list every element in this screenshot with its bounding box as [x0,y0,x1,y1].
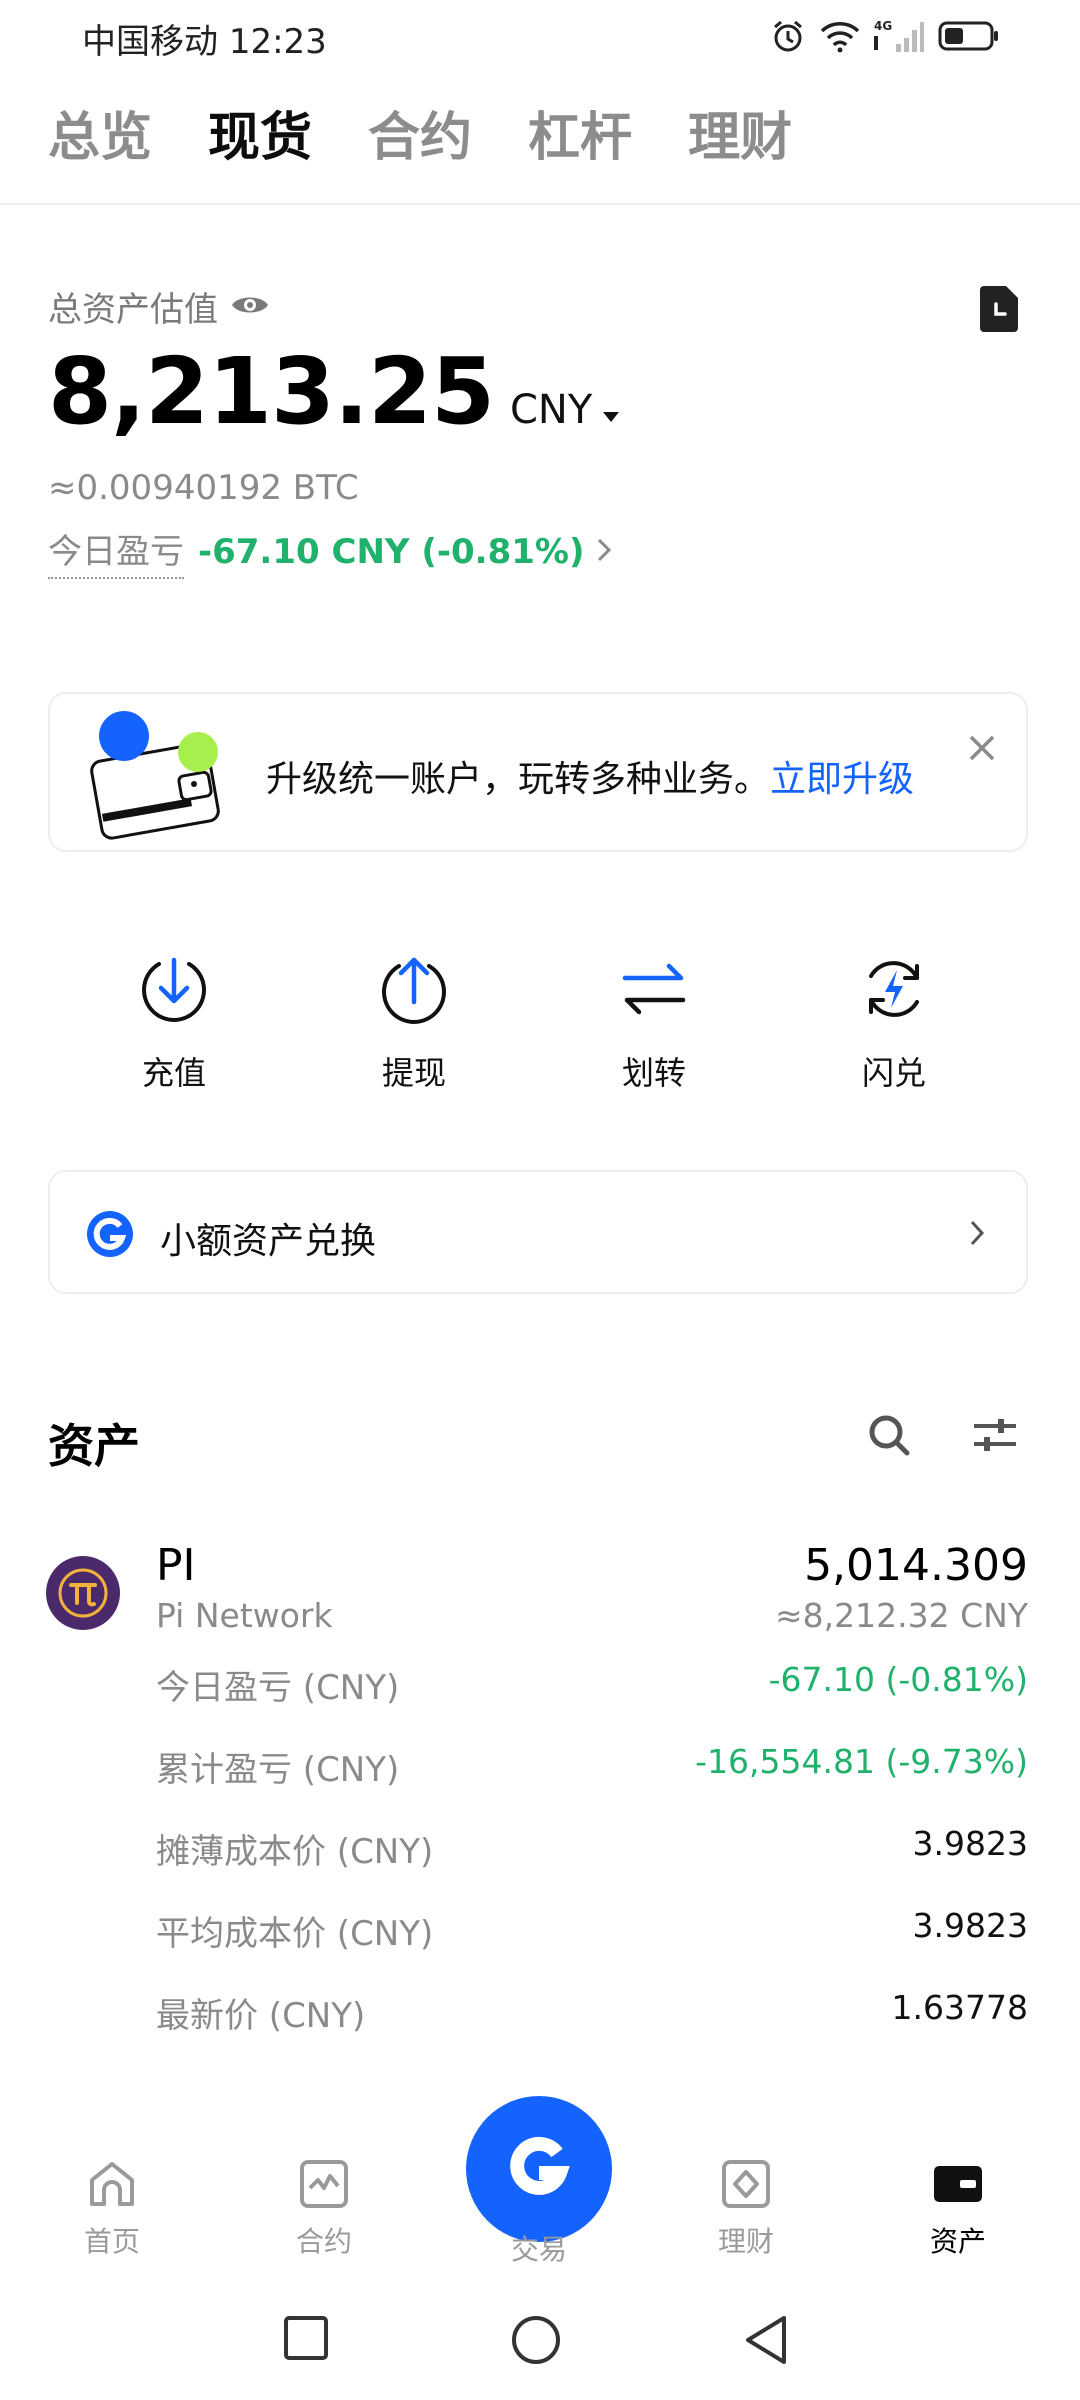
today-pnl-row[interactable]: 今日盈亏 -67.10 CNY (-0.81%) [48,524,613,579]
quick-actions: 充值 提现 划转 闪兑 [0,952,1080,1102]
metric-total-pnl: 累计盈亏 (CNY) -16,554.81 (-9.73%) [156,1742,1028,1792]
tab-earn[interactable]: 理财 [688,100,792,176]
4g-signal-icon: 4G [874,18,924,54]
wallet-illustration [82,708,232,844]
carrier-name: 中国移动 [82,22,218,62]
metric-value: -16,554.81 (-9.73%) [695,1742,1028,1781]
transfer-label: 划转 [621,1054,686,1092]
wifi-icon [820,19,860,53]
caret-down-icon [602,387,620,433]
small-swap-icon [86,1210,134,1262]
nav-earn-label: 理财 [717,2225,774,2258]
eye-icon[interactable] [230,291,270,323]
total-amount: 8,213.25 [48,338,495,445]
metric-value: -67.10 (-0.81%) [768,1660,1028,1699]
nav-contract-label: 合约 [295,2225,352,2258]
asset-symbol: PI [156,1540,196,1591]
tab-margin[interactable]: 杠杆 [528,100,632,176]
assets-section-title: 资产 [48,1419,140,1473]
asset-list-item[interactable]: PI Pi Network 5,014.309 ≈8,212.32 CNY 今日… [0,1540,1080,2100]
flash-swap-label: 闪兑 [861,1054,926,1092]
metric-today-pnl: 今日盈亏 (CNY) -67.10 (-0.81%) [156,1660,1028,1710]
top-tabs: 总览 现货 合约 杠杆 理财 [48,100,792,176]
upgrade-banner-text: 升级统一账户，玩转多种业务。 [266,759,771,800]
tab-overview[interactable]: 总览 [48,100,152,176]
status-carrier: 中国移动 12:23 [82,14,327,63]
nav-trade-label: 交易 [510,2233,567,2266]
asset-value-cny: ≈8,212.32 CNY [775,1596,1028,1635]
deposit-icon [137,952,211,1026]
withdraw-icon [377,952,451,1026]
transfer-icon [617,952,691,1026]
home-circle-icon[interactable] [510,2314,562,2370]
alarm-icon [770,18,806,54]
today-pnl-value: -67.10 CNY (-0.81%) [198,531,585,572]
battery-icon [938,19,1000,53]
upgrade-banner: 升级统一账户，玩转多种业务。 立即升级 [48,692,1028,852]
metric-label: 累计盈亏 (CNY) [156,1750,400,1790]
chevron-right-icon [595,536,613,568]
history-record-icon[interactable] [976,284,1022,334]
metric-latest-price: 最新价 (CNY) 1.63778 [156,1988,1028,2038]
transfer-button[interactable]: 划转 [574,952,734,1094]
status-bar: 中国移动 12:23 4G [0,0,1080,72]
nav-assets-label: 资产 [929,2225,986,2258]
search-icon[interactable] [866,1412,912,1458]
metric-average-cost: 平均成本价 (CNY) 3.9823 [156,1906,1028,1956]
metric-label: 摊薄成本价 (CNY) [156,1832,434,1872]
metric-label: 今日盈亏 (CNY) [156,1668,400,1708]
total-amount-row: 8,213.25 CNY [48,338,620,445]
nav-home[interactable]: 首页 [32,2156,192,2260]
flash-swap-icon [857,952,931,1026]
btc-equivalent: ≈0.00940192 BTC [48,468,359,508]
earn-icon [718,2156,774,2212]
bottom-nav: 首页 合约 交易 理财 资产 [0,2096,1080,2278]
home-icon [84,2156,140,2212]
flash-swap-button[interactable]: 闪兑 [814,952,974,1094]
asset-name: Pi Network [156,1596,333,1635]
recent-apps-icon[interactable] [282,2314,330,2366]
metric-label: 平均成本价 (CNY) [156,1914,434,1954]
contract-chart-icon [296,2156,352,2212]
nav-assets[interactable]: 资产 [878,2156,1038,2260]
wallet-icon [930,2156,986,2212]
withdraw-label: 提现 [381,1054,446,1092]
currency-select[interactable]: CNY [510,387,620,433]
metric-value: 3.9823 [912,1824,1028,1863]
deposit-button[interactable]: 充值 [94,952,254,1094]
currency-code: CNY [509,387,593,433]
total-label-row: 总资产估值 [48,282,270,331]
withdraw-button[interactable]: 提现 [334,952,494,1094]
total-assets-label: 总资产估值 [48,290,218,330]
small-asset-swap-row[interactable]: 小额资产兑换 [48,1170,1028,1294]
close-icon[interactable] [962,728,1002,768]
nav-earn[interactable]: 理财 [666,2156,826,2260]
nav-home-label: 首页 [83,2225,140,2258]
metric-value: 3.9823 [912,1906,1028,1945]
tabs-divider [0,203,1080,205]
deposit-label: 充值 [141,1054,206,1092]
system-nav-bar [0,2280,1080,2400]
asset-amount: 5,014.309 [804,1540,1028,1591]
status-time: 12:23 [228,22,327,62]
trade-button[interactable] [466,2096,612,2242]
back-icon[interactable] [742,2314,790,2370]
status-icons: 4G [770,16,1000,56]
tab-futures[interactable]: 合约 [368,100,472,176]
tab-spot[interactable]: 现货 [208,100,312,176]
metric-label: 最新价 (CNY) [156,1996,366,2036]
svg-text:4G: 4G [874,19,892,33]
filter-settings-icon[interactable] [972,1414,1018,1456]
metric-value: 1.63778 [891,1988,1028,2027]
today-pnl-label: 今日盈亏 [48,524,184,579]
trade-icon [499,2127,579,2211]
pi-coin-logo [46,1556,120,1630]
chevron-right-icon [968,1218,986,1252]
small-swap-label: 小额资产兑换 [160,1221,377,1262]
metric-diluted-cost: 摊薄成本价 (CNY) 3.9823 [156,1824,1028,1874]
upgrade-now-link[interactable]: 立即升级 [770,750,914,802]
nav-contract[interactable]: 合约 [244,2156,404,2260]
